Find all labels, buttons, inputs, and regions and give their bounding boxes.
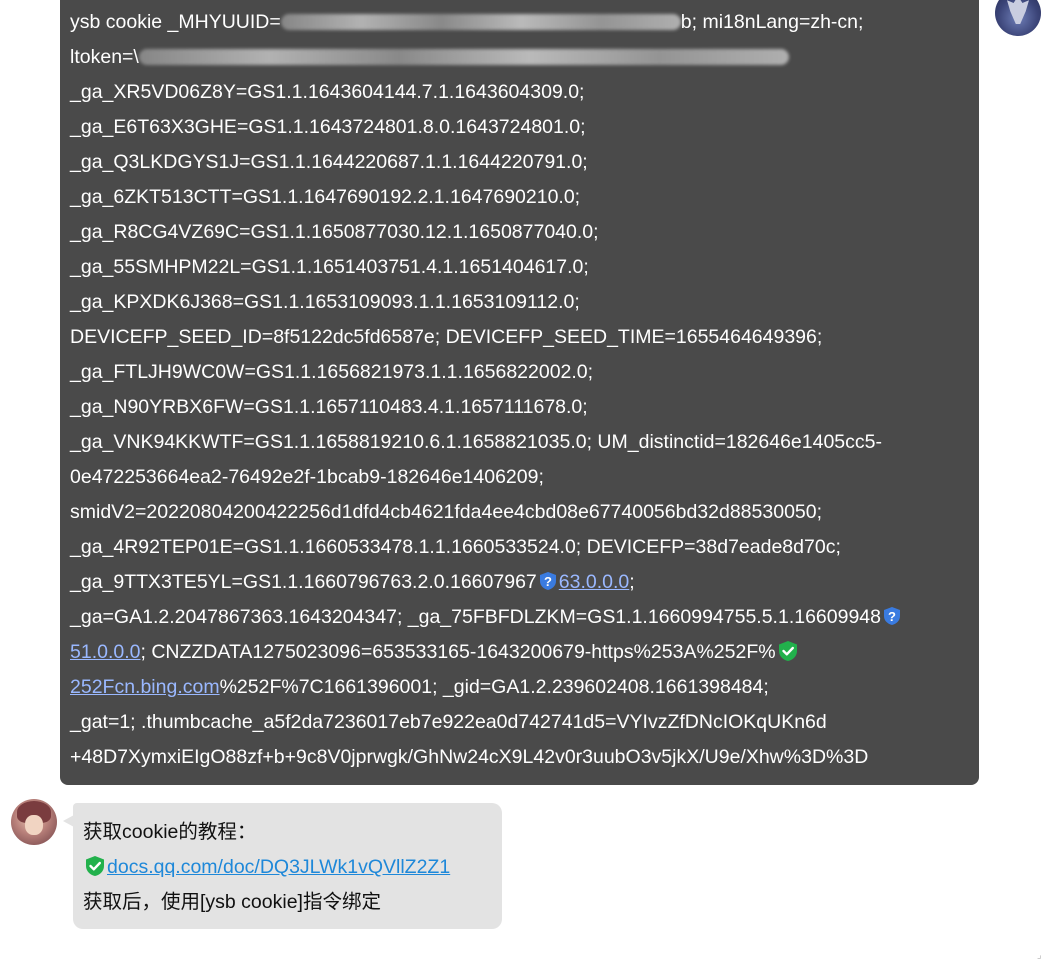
redacted-text — [280, 14, 681, 30]
message-line: 获取cookie的教程： — [83, 821, 257, 843]
received-message-bubble: 获取cookie的教程： docs.qq.com/doc/DQ3JLWk1vQV… — [73, 803, 502, 929]
resize-grip-icon: ⌟ — [1037, 950, 1042, 961]
message-line: _ga_6ZKT513CTT=GS1.1.1647690192.2.1.1647… — [70, 186, 581, 208]
message-line: docs.qq.com/doc/DQ3JLWk1vQVllZ2Z1 — [83, 850, 492, 885]
message-line: _ga_N90YRBX6FW=GS1.1.1657110483.4.1.1657… — [70, 396, 588, 418]
message-line: 0e472253664ea2-76492e2f-1bcab9-182646e14… — [70, 466, 544, 488]
message-line: DEVICEFP_SEED_ID=8f5122dc5fd6587e; DEVIC… — [70, 326, 823, 348]
question-shield-icon: ? — [539, 572, 556, 590]
message-line: _ga_FTLJH9WC0W=GS1.1.1656821973.1.1.1656… — [70, 361, 594, 383]
message-line: +48D7XymxiEIgO88zf+b+9c8V0jprwgk/GhNw24c… — [70, 746, 869, 768]
message-line: _ga_KPXDK6J368=GS1.1.1653109093.1.1.1653… — [70, 291, 580, 313]
redacted-text — [138, 49, 789, 65]
message-line: _ga_R8CG4VZ69C=GS1.1.1650877030.12.1.165… — [70, 221, 599, 243]
doc-link[interactable]: docs.qq.com/doc/DQ3JLWk1vQVllZ2Z1 — [107, 856, 450, 878]
sent-message-bubble: ysb cookie _MHYUUID= b; mi18nLang=zh-cn; … — [60, 0, 979, 785]
message-line: _ga_4R92TEP01E=GS1.1.1660533478.1.1.1660… — [70, 536, 841, 558]
question-shield-icon: ? — [884, 607, 901, 625]
message-line: ysb cookie _MHYUUID= b; mi18nLang=zh-cn; — [70, 11, 864, 33]
message-line: _ga_VNK94KKWTF=GS1.1.1658819210.6.1.1658… — [70, 431, 882, 453]
svg-text:?: ? — [888, 609, 896, 624]
check-shield-icon — [778, 641, 797, 661]
message-line: _ga_9TTX3TE5YL=GS1.1.1660796763.2.0.1660… — [70, 571, 635, 593]
auto-link[interactable]: 252Fcn.bing.com — [70, 676, 220, 698]
message-line: _ga_55SMHPM22L=GS1.1.1651403751.4.1.1651… — [70, 256, 589, 278]
message-line: smidV2=20220804200422256d1dfd4cb4621fda4… — [70, 501, 823, 523]
auto-link[interactable]: 63.0.0.0 — [559, 571, 629, 593]
svg-text:?: ? — [544, 574, 552, 589]
message-line: _ga_E6T63X3GHE=GS1.1.1643724801.8.0.1643… — [70, 116, 586, 138]
sender-avatar[interactable] — [11, 799, 57, 845]
auto-link[interactable]: 51.0.0.0 — [70, 641, 140, 663]
message-line: 51.0.0.0; CNZZDATA1275023096=653533165-1… — [70, 635, 969, 670]
check-shield-icon — [86, 856, 104, 876]
message-line: _ga_XR5VD06Z8Y=GS1.1.1643604144.7.1.1643… — [70, 81, 585, 103]
message-line: ltoken=\ — [70, 40, 969, 75]
message-line: _gat=1; .thumbcache_a5f2da7236017eb7e922… — [70, 711, 827, 733]
message-line: _ga_Q3LKDGYS1J=GS1.1.1644220687.1.1.1644… — [70, 151, 588, 173]
message-line: 252Fcn.bing.com%252F%7C1661396001; _gid=… — [70, 676, 769, 698]
self-avatar[interactable] — [995, 0, 1041, 36]
message-line: 获取后，使用[ysb cookie]指令绑定 — [83, 891, 381, 913]
message-line: _ga=GA1.2.2047867363.1643204347; _ga_75F… — [70, 600, 969, 635]
